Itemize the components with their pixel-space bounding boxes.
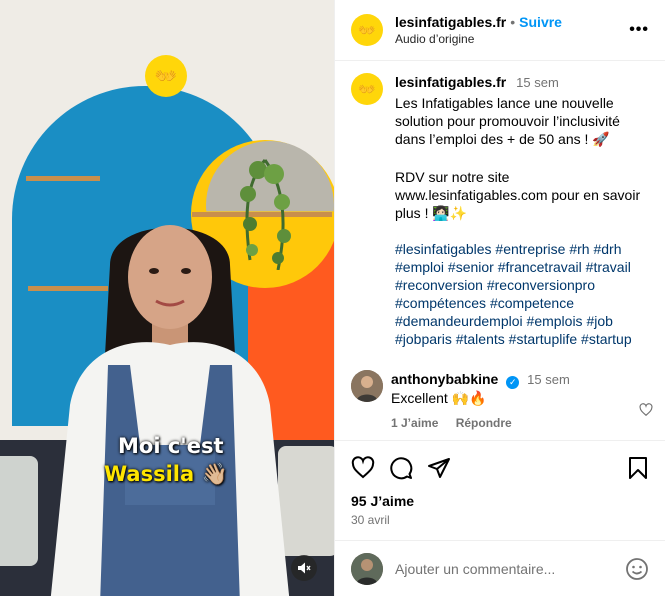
emoji-picker-icon[interactable]: [625, 557, 649, 581]
hashtag-link[interactable]: #jobparis: [395, 331, 452, 347]
post-video[interactable]: 👐 Moi c'est Wassila 👋🏼: [0, 0, 334, 596]
hashtag-link[interactable]: #entreprise: [495, 241, 565, 257]
mute-button[interactable]: [291, 555, 317, 581]
hashtag-list: #lesinfatigables #entreprise #rh #drh #e…: [395, 240, 649, 348]
reply-button[interactable]: Répondre: [456, 416, 512, 430]
caption-body: lesinfatigables.fr 15 sem Les Infatigabl…: [395, 73, 649, 348]
like-heart-icon[interactable]: [351, 456, 375, 480]
comment-item: anthonybabkine ✓ 15 sem Excellent 🙌🔥 1 J…: [351, 370, 649, 433]
hashtag-link[interactable]: #startuplife: [509, 331, 577, 347]
video-caption-line1: Moi c'est: [118, 434, 224, 458]
hashtag-link[interactable]: #compétences: [395, 295, 486, 311]
action-bar: 95 J’aime 30 avril: [335, 440, 665, 527]
user-photo-icon: [351, 370, 383, 402]
instagram-post: 👐 Moi c'est Wassila 👋🏼 👐 lesinfatigables…: [0, 0, 665, 596]
post-header: 👐 lesinfatigables.fr • Suivre Audio d’or…: [335, 0, 665, 61]
caption-text-1: Les Infatigables lance une nouvelle solu…: [395, 95, 620, 147]
account-avatar[interactable]: 👐: [351, 14, 383, 46]
hashtag-link[interactable]: #reconversion: [395, 277, 483, 293]
hashtag-link[interactable]: #rh: [569, 241, 589, 257]
audio-label[interactable]: Audio d’origine: [395, 32, 629, 46]
post-date[interactable]: 30 avril: [351, 513, 649, 527]
header-meta: lesinfatigables.fr • Suivre Audio d’orig…: [395, 14, 629, 46]
comment-likes[interactable]: 1 J’aime: [391, 416, 438, 430]
caption-time[interactable]: 15 sem: [516, 75, 559, 90]
hashtag-link[interactable]: #lesinfatigables: [395, 241, 492, 257]
save-bookmark-icon[interactable]: [627, 456, 649, 480]
hashtag-link[interactable]: #reconversionpro: [487, 277, 595, 293]
hashtag-link[interactable]: #senior: [448, 259, 494, 275]
post-sidebar: 👐 lesinfatigables.fr • Suivre Audio d’or…: [334, 0, 665, 596]
muted-speaker-icon: [298, 562, 311, 574]
hashtag-link[interactable]: #francetravail: [498, 259, 582, 275]
comment-body: anthonybabkine ✓ 15 sem Excellent 🙌🔥 1 J…: [391, 370, 649, 433]
hashtag-link[interactable]: #job: [586, 313, 612, 329]
separator-dot: •: [510, 14, 516, 30]
likes-count[interactable]: 95 J’aime: [351, 493, 649, 509]
hashtag-link[interactable]: #talents: [456, 331, 505, 347]
viewer-avatar: [351, 552, 383, 585]
more-options-icon[interactable]: •••: [629, 21, 649, 39]
hashtag-link[interactable]: #competence: [490, 295, 574, 311]
post-caption: 👐 lesinfatigables.fr 15 sem Les Infatiga…: [351, 73, 649, 348]
comment-input[interactable]: [395, 560, 625, 577]
brand-logo-icon: 👐: [145, 55, 187, 97]
user-photo-icon: [351, 552, 383, 585]
caption-avatar[interactable]: 👐: [351, 73, 383, 105]
action-icons: [351, 453, 649, 483]
comment-time[interactable]: 15 sem: [527, 372, 570, 387]
like-comment-heart-icon[interactable]: [639, 403, 653, 417]
hashtag-link[interactable]: #startup: [581, 331, 632, 347]
presenter: [50, 225, 290, 596]
follow-button[interactable]: Suivre: [519, 14, 562, 30]
hashtag-link[interactable]: #drh: [593, 241, 621, 257]
share-send-icon[interactable]: [427, 456, 451, 480]
commenter-username[interactable]: anthonybabkine: [391, 371, 498, 387]
wall-shelf: [26, 176, 100, 181]
video-caption-line2: Wassila 👋🏼: [104, 462, 228, 486]
hashtag-link[interactable]: #travail: [586, 259, 631, 275]
caption-username[interactable]: lesinfatigables.fr: [395, 74, 506, 90]
comment-bubble-icon[interactable]: [389, 456, 413, 480]
comments-section: 👐 lesinfatigables.fr 15 sem Les Infatiga…: [335, 61, 665, 440]
comment-text: Excellent 🙌🔥: [391, 390, 487, 406]
hashtag-link[interactable]: #emploi: [395, 259, 444, 275]
account-username[interactable]: lesinfatigables.fr: [395, 14, 506, 30]
comment-composer: [335, 540, 665, 596]
hashtag-link[interactable]: #demandeurdemploi: [395, 313, 523, 329]
commenter-avatar[interactable]: [351, 370, 383, 402]
comment-actions: 1 J’aime Répondre: [391, 414, 649, 433]
hashtag-link[interactable]: #emplois: [527, 313, 583, 329]
verified-badge-icon: ✓: [506, 376, 520, 389]
header-line: lesinfatigables.fr • Suivre: [395, 14, 629, 30]
caption-text-2: RDV sur notre site www.lesinfatigables.c…: [395, 169, 641, 221]
